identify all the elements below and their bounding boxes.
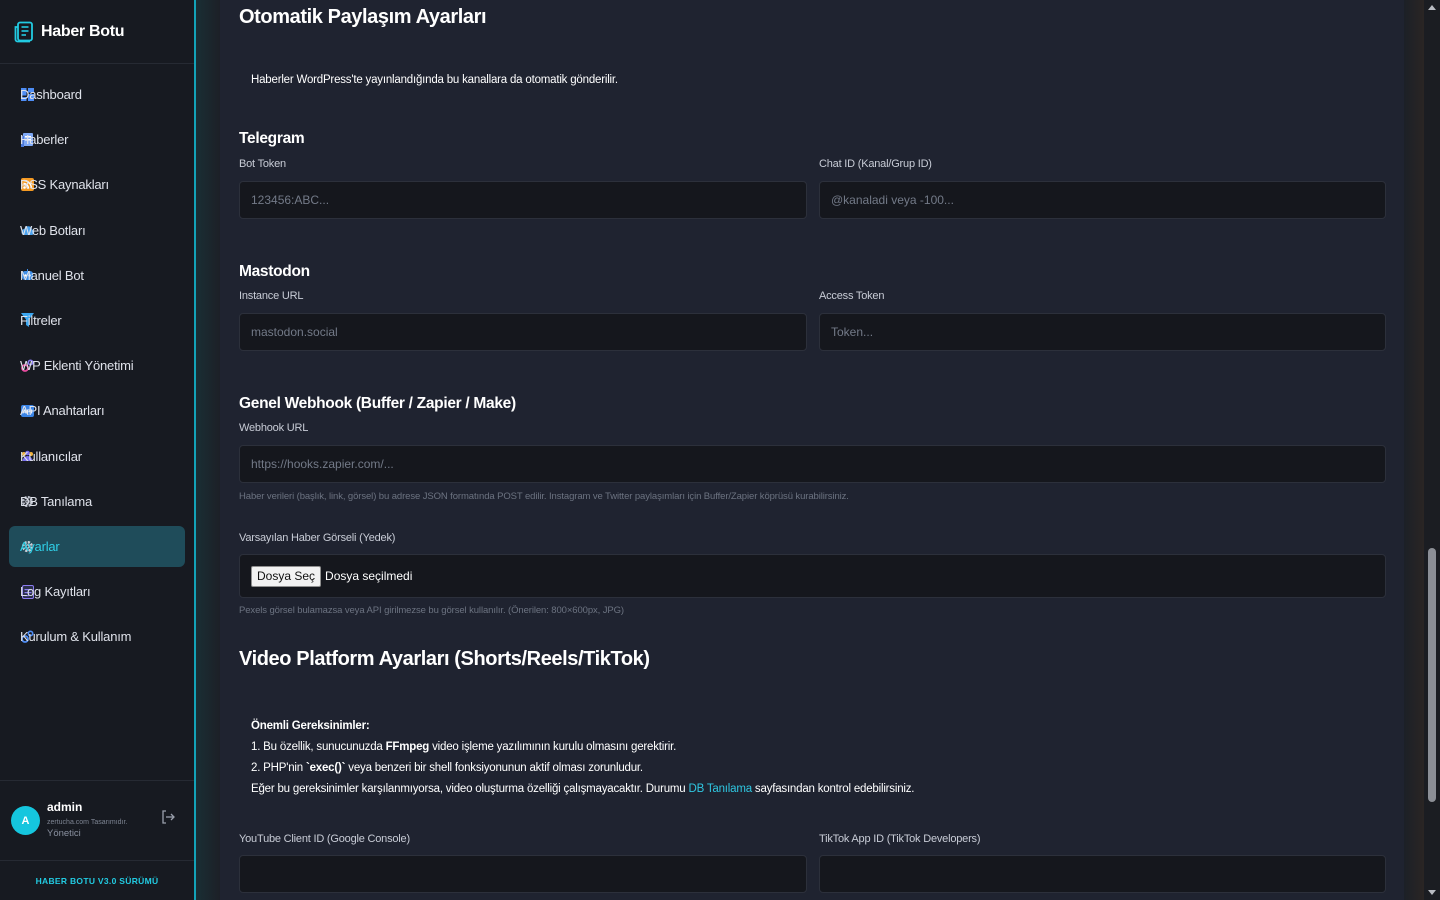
telegram-section-title: Telegram xyxy=(239,130,305,147)
sidebar-item-label: Kurulum & Kullanım xyxy=(20,629,132,645)
sidebar-item-manuel-bot[interactable]: Manuel Bot xyxy=(9,255,185,296)
sidebar-item-filtreler[interactable]: Filtreler xyxy=(9,300,185,341)
sidebar-item-api-anahtarlari[interactable]: API API Anahtarları xyxy=(9,390,185,431)
webhook-section-title: Genel Webhook (Buffer / Zapier / Make) xyxy=(239,395,516,412)
scrollbar-thumb[interactable] xyxy=(1428,548,1436,802)
access-token-label: Access Token xyxy=(819,290,885,302)
default-image-file-input[interactable]: Dosya Seç Dosya seçilmedi xyxy=(239,554,1386,598)
avatar[interactable]: A xyxy=(11,806,40,835)
sidebar-item-rss[interactable]: RSS Kaynakları xyxy=(9,164,185,205)
sidebar-item-label: Filtreler xyxy=(20,312,62,328)
mastodon-section-title: Mastodon xyxy=(239,263,310,280)
webhook-url-input[interactable] xyxy=(239,445,1386,483)
scroll-down-arrow[interactable] xyxy=(1428,890,1436,895)
tiktok-app-id-input[interactable] xyxy=(819,855,1386,893)
logout-icon[interactable] xyxy=(160,809,176,825)
brand-title: Haber Botu xyxy=(41,22,125,40)
sidebar-item-log-kayitlari[interactable]: Log Kayıtları xyxy=(9,571,185,612)
sidebar-item-label: Ayarlar xyxy=(20,538,60,554)
sidebar-item-haberler[interactable]: Haberler xyxy=(9,119,185,160)
access-token-input[interactable] xyxy=(819,313,1386,351)
background-strip xyxy=(196,0,220,900)
sidebar-item-kullanicilar[interactable]: Kullanıcılar xyxy=(9,436,185,477)
sidebar-item-web-botlari[interactable]: Web Botları xyxy=(9,210,185,251)
sidebar-item-label: Log Kayıtları xyxy=(20,584,91,600)
user-info: admin zertucha.com Tasarımıdır. Yönetici xyxy=(47,800,128,840)
db-tanilama-link[interactable]: DB Tanılama xyxy=(688,783,752,795)
sidebar-nav: Dashboard Haberler RSS Kaynakları Web Bo… xyxy=(0,64,194,657)
settings-card: Otomatik Paylaşım Ayarları Haberler Word… xyxy=(220,0,1404,900)
requirement-2: 2. PHP'nin `exec()` veya benzeri bir she… xyxy=(251,762,643,774)
sidebar-item-label: RSS Kaynakları xyxy=(20,177,109,193)
sidebar-item-label: Web Botları xyxy=(20,222,86,238)
user-credit: zertucha.com Tasarımıdır. xyxy=(47,818,128,826)
sidebar-item-label: Kullanıcılar xyxy=(20,448,82,464)
sidebar-item-wp-eklenti[interactable]: WP Eklenti Yönetimi xyxy=(9,345,185,386)
chat-id-input[interactable] xyxy=(819,181,1386,219)
page-title: Otomatik Paylaşım Ayarları xyxy=(239,6,487,28)
youtube-client-id-label: YouTube Client ID (Google Console) xyxy=(239,833,410,845)
user-name: admin xyxy=(47,800,83,815)
page-scrollbar[interactable] xyxy=(1424,0,1440,900)
version-label: HABER BOTU V3.0 SÜRÜMÜ xyxy=(0,860,194,900)
requirement-1: 1. Bu özellik, sunucunuzda FFmpeg video … xyxy=(251,741,677,753)
sidebar-item-dashboard[interactable]: Dashboard xyxy=(9,74,185,115)
scroll-up-arrow[interactable] xyxy=(1428,5,1436,10)
sidebar-item-label: Haberler xyxy=(20,132,69,148)
sidebar: Haber Botu Dashboard Haberler RSS Kaynak… xyxy=(0,0,196,900)
bot-token-label: Bot Token xyxy=(239,158,286,170)
sidebar-item-label: WP Eklenti Yönetimi xyxy=(20,358,134,374)
webhook-url-label: Webhook URL xyxy=(239,422,309,434)
instance-url-input[interactable] xyxy=(239,313,807,351)
sidebar-item-kurulum[interactable]: Kurulum & Kullanım xyxy=(9,616,185,657)
brand[interactable]: Haber Botu xyxy=(0,0,194,64)
video-section-title: Video Platform Ayarları (Shorts/Reels/Ti… xyxy=(239,648,650,670)
sidebar-item-label: Dashboard xyxy=(20,87,82,102)
user-role: Yönetici xyxy=(47,827,81,839)
tiktok-app-id-label: TikTok App ID (TikTok Developers) xyxy=(819,833,981,845)
sidebar-item-label: API Anahtarları xyxy=(20,403,105,419)
sidebar-item-ayarlar[interactable]: Ayarlar xyxy=(9,525,185,567)
page-description: Haberler WordPress'te yayınlandığında bu… xyxy=(251,74,618,86)
choose-file-button[interactable]: Dosya Seç xyxy=(251,565,322,587)
default-image-help-text: Pexels görsel bulamazsa veya API girilme… xyxy=(239,605,624,616)
sidebar-item-db-tanilama[interactable]: DB Tanılama xyxy=(9,481,185,522)
bot-token-input[interactable] xyxy=(239,181,807,219)
webhook-help-text: Haber verileri (başlık, link, görsel) bu… xyxy=(239,491,849,502)
youtube-client-id-input[interactable] xyxy=(239,855,807,893)
background-strip-right xyxy=(1404,0,1424,900)
default-image-label: Varsayılan Haber Görseli (Yedek) xyxy=(239,532,396,544)
chat-id-label: Chat ID (Kanal/Grup ID) xyxy=(819,158,932,170)
user-panel: A admin zertucha.com Tasarımıdır. Yöneti… xyxy=(0,780,194,860)
requirements-title: Önemli Gereksinimler: xyxy=(251,720,370,732)
sidebar-item-label: DB Tanılama xyxy=(20,493,92,509)
instance-url-label: Instance URL xyxy=(239,290,304,302)
requirements-notice: Önemli Gereksinimler: 1. Bu özellik, sun… xyxy=(251,716,915,800)
file-status: Dosya seçilmedi xyxy=(325,569,413,583)
requirement-note: Eğer bu gereksinimler karşılanmıyorsa, v… xyxy=(251,783,915,795)
sidebar-item-label: Manuel Bot xyxy=(20,267,84,283)
newspaper-logo-icon xyxy=(14,21,33,42)
